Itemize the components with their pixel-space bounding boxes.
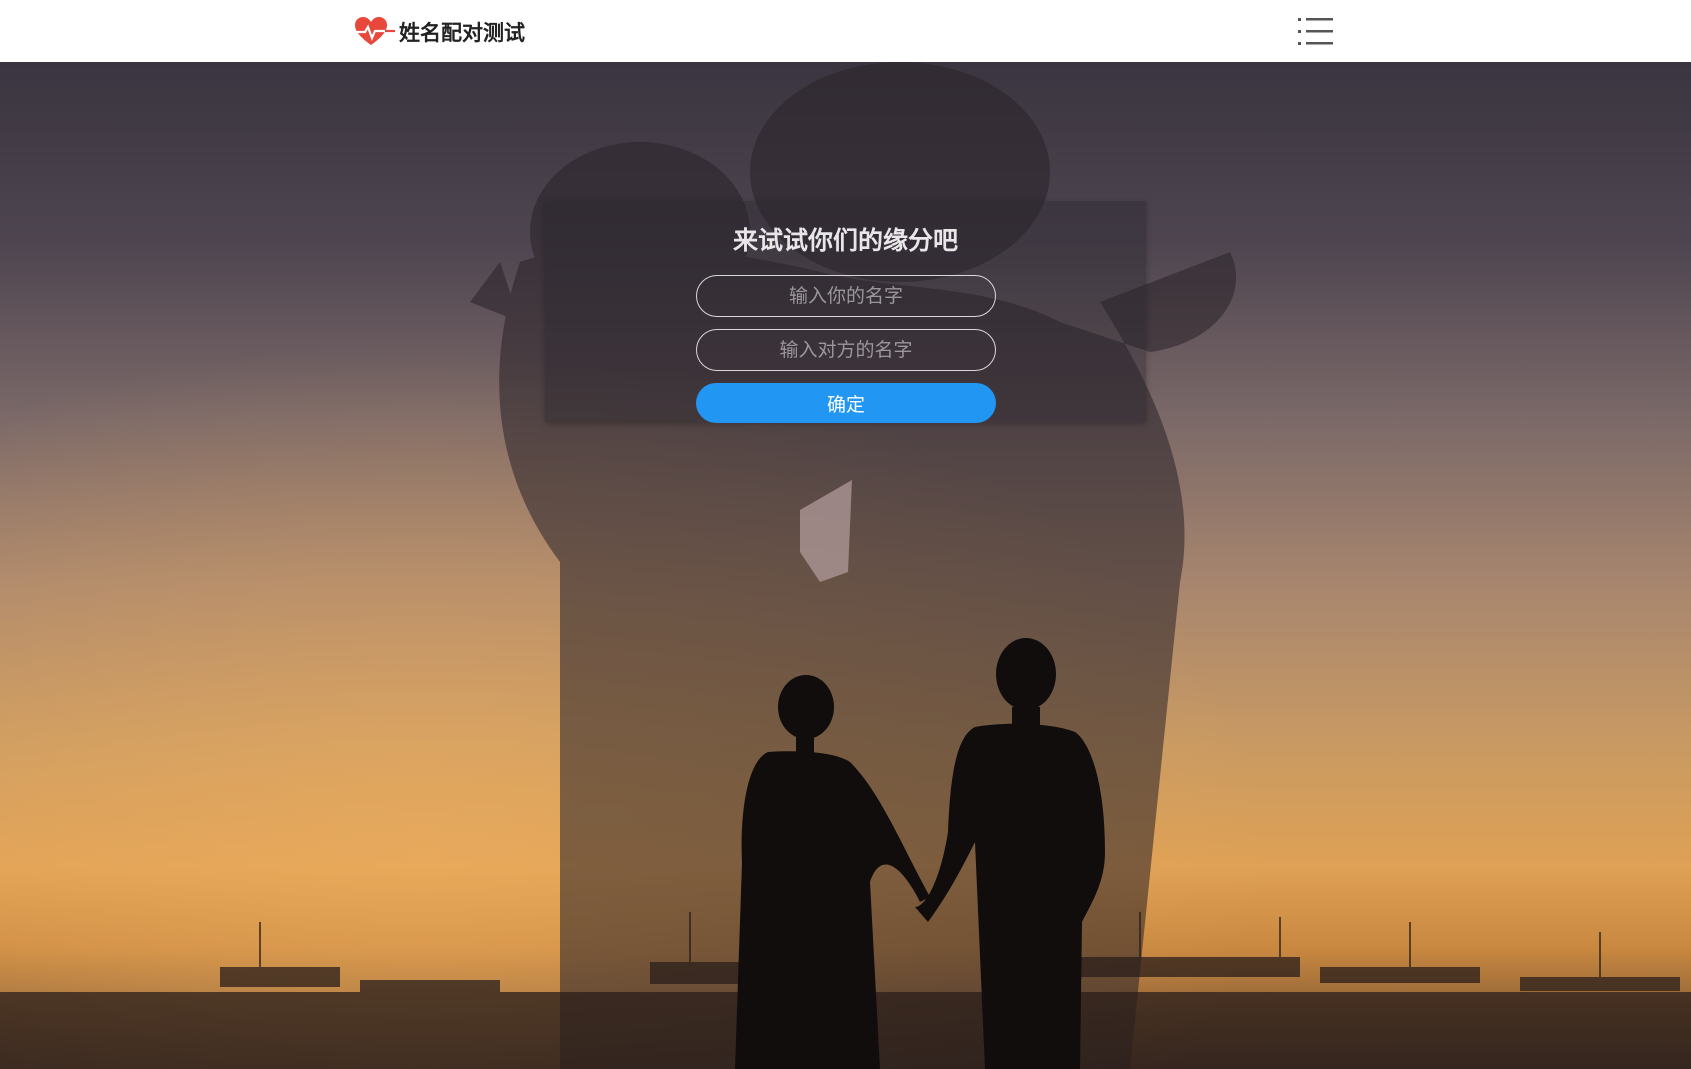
heart-pulse-icon [355, 17, 395, 45]
top-navbar: 姓名配对测试 [0, 0, 1691, 62]
your-name-input[interactable] [696, 275, 996, 317]
menu-button[interactable] [1296, 14, 1336, 50]
brand-title: 姓名配对测试 [399, 21, 525, 45]
name-match-form: 来试试你们的缘分吧 确定 [545, 201, 1146, 423]
brand-logo[interactable]: 姓名配对测试 [355, 17, 525, 47]
menu-list-icon [1298, 18, 1333, 45]
partner-name-input[interactable] [696, 329, 996, 371]
confirm-button[interactable]: 确定 [696, 383, 996, 423]
form-title: 来试试你们的缘分吧 [732, 226, 958, 255]
